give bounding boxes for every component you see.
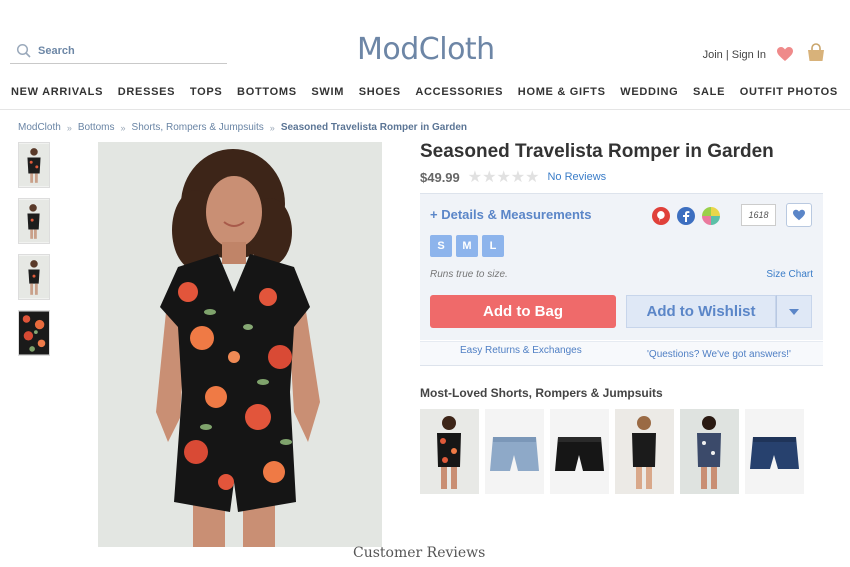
shopping-bag-icon[interactable] xyxy=(806,43,826,63)
pinterest-icon[interactable] xyxy=(652,207,670,225)
modcloth-logo[interactable]: ModCloth xyxy=(357,32,495,67)
breadcrumb: ModCloth » Bottoms » Shorts, Rompers & J… xyxy=(18,122,467,133)
related-heading: Most-Loved Shorts, Rompers & Jumpsuits xyxy=(420,386,663,400)
related-products xyxy=(420,409,804,494)
details-measurements-toggle[interactable]: + Details & Measurements xyxy=(430,207,591,222)
heart-outline-icon xyxy=(793,209,805,221)
heart-icon[interactable] xyxy=(776,46,794,62)
add-to-bag-button[interactable]: Add to Bag xyxy=(430,295,616,328)
related-product-black-romper[interactable] xyxy=(615,409,674,494)
size-selector: S M L xyxy=(430,235,504,257)
size-l-button[interactable]: L xyxy=(482,235,504,257)
size-m-button[interactable]: M xyxy=(456,235,478,257)
favorites-count: 1618 xyxy=(741,204,776,226)
chevron-down-icon xyxy=(789,308,799,315)
model-photo xyxy=(98,142,382,547)
join-signin-link[interactable]: Join | Sign In xyxy=(703,49,766,61)
nav-sale[interactable]: SALE xyxy=(693,86,725,108)
wishlist-dropdown-button[interactable] xyxy=(776,295,812,328)
rating-stars: ★★★★★ xyxy=(467,169,540,186)
nav-bottoms[interactable]: BOTTOMS xyxy=(237,86,297,108)
service-info-bar: Easy Returns & Exchanges 'Questions? We'… xyxy=(420,341,823,366)
share-icon[interactable] xyxy=(702,207,720,225)
thumbnail-front[interactable] xyxy=(18,142,50,188)
questions-link[interactable]: 'Questions? We've got answers!' xyxy=(647,349,791,360)
facebook-icon[interactable] xyxy=(677,207,695,225)
breadcrumb-bottoms[interactable]: Bottoms xyxy=(78,122,115,133)
size-s-button[interactable]: S xyxy=(430,235,452,257)
thumbnail-back[interactable] xyxy=(18,254,50,300)
customer-reviews-heading: Customer Reviews xyxy=(353,545,486,561)
breadcrumb-current: Seasoned Travelista Romper in Garden xyxy=(280,122,467,133)
nav-wedding[interactable]: WEDDING xyxy=(620,86,678,108)
add-to-wishlist-button[interactable]: Add to Wishlist xyxy=(626,295,776,328)
size-chart-link[interactable]: Size Chart xyxy=(766,269,813,280)
nav-new-arrivals[interactable]: NEW ARRIVALS xyxy=(11,86,103,108)
join-signin-label[interactable]: Join | Sign In xyxy=(703,49,766,61)
product-page: ModCloth Join | Sign In NEW ARRIVALS DRE… xyxy=(0,0,850,567)
social-share xyxy=(652,207,720,225)
product-title: Seasoned Travelista Romper in Garden xyxy=(420,141,774,162)
nav-swim[interactable]: SWIM xyxy=(311,86,344,108)
search-input[interactable] xyxy=(38,44,218,57)
related-product-denim-shorts[interactable] xyxy=(485,409,544,494)
image-thumbnails xyxy=(18,142,50,356)
purchase-panel: + Details & Measurements 1618 S M L Runs… xyxy=(420,193,823,340)
breadcrumb-home[interactable]: ModCloth xyxy=(18,122,61,133)
main-nav: NEW ARRIVALS DRESSES TOPS BOTTOMS SWIM S… xyxy=(0,86,850,108)
nav-home-gifts[interactable]: HOME & GIFTS xyxy=(518,86,606,108)
reviews-link[interactable]: No Reviews xyxy=(547,171,606,183)
product-price: $49.99 xyxy=(420,169,460,185)
related-product-floral-romper[interactable] xyxy=(420,409,479,494)
related-product-printed-set[interactable] xyxy=(680,409,739,494)
breadcrumb-category[interactable]: Shorts, Rompers & Jumpsuits xyxy=(132,122,264,133)
fit-note: Runs true to size. xyxy=(430,269,508,280)
nav-accessories[interactable]: ACCESSORIES xyxy=(415,86,503,108)
nav-tops[interactable]: TOPS xyxy=(190,86,223,108)
favorite-button[interactable] xyxy=(786,203,812,227)
search-bar[interactable] xyxy=(10,38,227,64)
thumbnail-detail[interactable] xyxy=(18,310,50,356)
related-product-black-shorts[interactable] xyxy=(550,409,609,494)
price-row: $49.99 ★★★★★ No Reviews xyxy=(420,167,606,187)
main-product-image[interactable] xyxy=(98,142,382,547)
search-icon xyxy=(16,43,31,58)
breadcrumb-separator: » xyxy=(269,122,275,133)
breadcrumb-separator: » xyxy=(66,122,72,133)
related-product-navy-shorts[interactable] xyxy=(745,409,804,494)
nav-dresses[interactable]: DRESSES xyxy=(118,86,175,108)
nav-shoes[interactable]: SHOES xyxy=(359,86,401,108)
breadcrumb-separator: » xyxy=(120,122,126,133)
easy-returns-link[interactable]: Easy Returns & Exchanges xyxy=(460,345,582,356)
nav-divider xyxy=(0,109,850,110)
nav-outfit-photos[interactable]: OUTFIT PHOTOS xyxy=(740,86,838,108)
thumbnail-side[interactable] xyxy=(18,198,50,244)
